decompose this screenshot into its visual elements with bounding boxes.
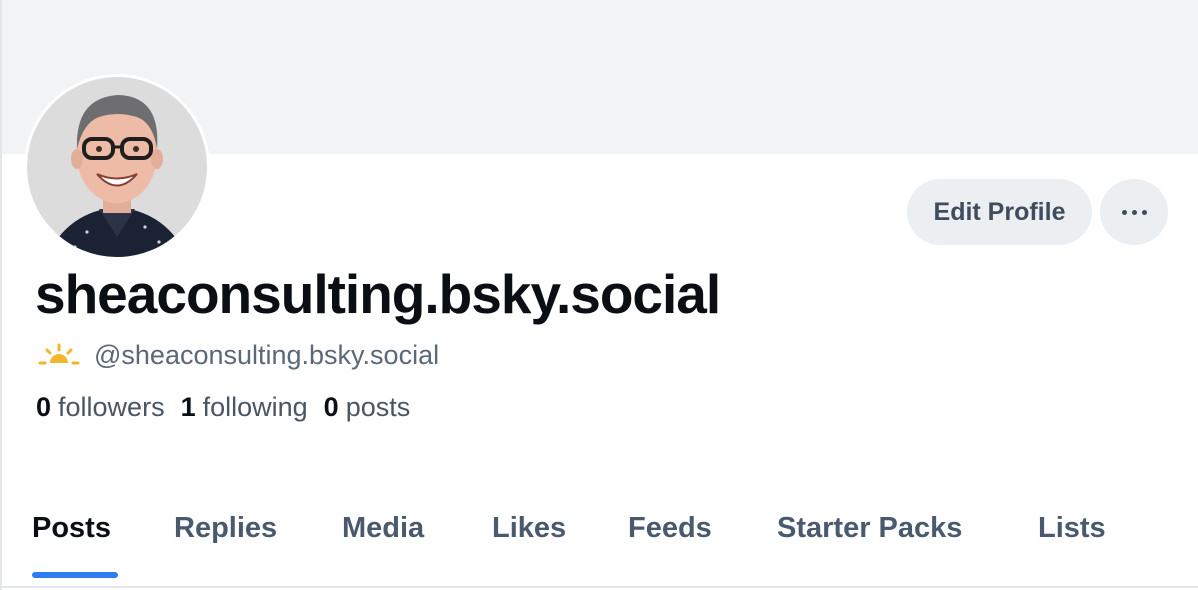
edit-profile-button[interactable]: Edit Profile bbox=[907, 179, 1092, 245]
posts-stat: 0 posts bbox=[324, 392, 411, 423]
handle-row: @sheaconsulting.bsky.social bbox=[38, 336, 439, 374]
tab-lists[interactable]: Lists bbox=[1038, 500, 1106, 586]
sunrise-icon bbox=[38, 343, 80, 365]
profile-handle: @sheaconsulting.bsky.social bbox=[94, 339, 440, 370]
following-count: 1 bbox=[180, 392, 196, 422]
tab-replies[interactable]: Replies bbox=[174, 500, 277, 586]
tab-likes[interactable]: Likes bbox=[492, 500, 566, 586]
following-label: following bbox=[202, 392, 308, 422]
posts-count: 0 bbox=[323, 392, 339, 422]
following-stat[interactable]: 1 following bbox=[181, 392, 308, 423]
followers-stat[interactable]: 0 followers bbox=[36, 392, 165, 423]
profile-stats: 0 followers 1 following 0 posts bbox=[36, 392, 426, 423]
tab-feeds[interactable]: Feeds bbox=[628, 500, 712, 586]
followers-count: 0 bbox=[36, 392, 52, 422]
profile-tabs: Posts Replies Media Likes Feeds Starter … bbox=[2, 500, 1198, 588]
more-options-button[interactable] bbox=[1100, 179, 1168, 245]
display-name: sheaconsulting.bsky.social bbox=[35, 263, 721, 325]
tab-media[interactable]: Media bbox=[342, 500, 424, 586]
ellipsis-icon bbox=[1121, 209, 1147, 215]
avatar[interactable] bbox=[24, 74, 210, 260]
avatar-photo bbox=[27, 77, 207, 257]
profile-page: Edit Profile sheaconsulting.bsky.social … bbox=[0, 0, 1198, 590]
followers-label: followers bbox=[58, 392, 165, 422]
posts-label: posts bbox=[345, 392, 411, 422]
tab-starter-packs[interactable]: Starter Packs bbox=[777, 500, 962, 586]
active-tab-indicator bbox=[32, 572, 118, 578]
